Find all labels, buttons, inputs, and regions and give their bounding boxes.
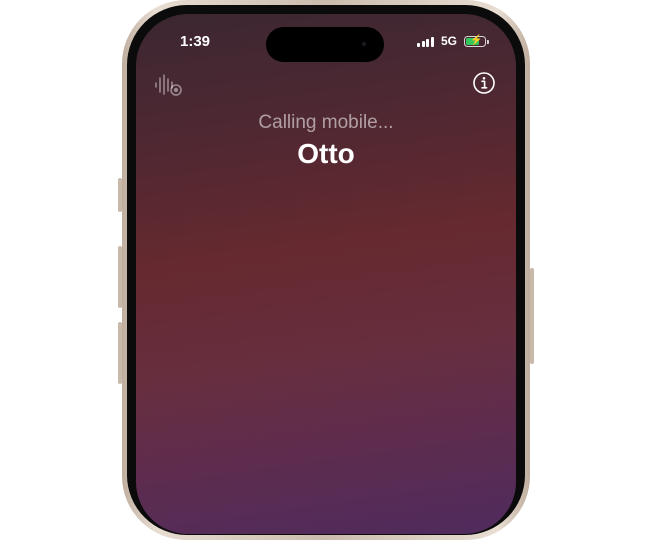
side-button-action xyxy=(118,178,122,212)
call-status: Calling mobile... xyxy=(258,112,394,133)
side-button-volume-up xyxy=(118,246,122,308)
dynamic-island xyxy=(266,27,384,62)
live-voicemail-icon[interactable] xyxy=(154,72,184,98)
battery-charging-icon: ⚡ xyxy=(464,35,489,47)
info-icon[interactable] xyxy=(472,71,496,95)
side-button-volume-down xyxy=(118,322,122,384)
contact-name: Otto xyxy=(297,138,355,169)
network-type: 5G xyxy=(440,34,457,48)
status-indicators: 5G ⚡ xyxy=(417,34,489,48)
side-button-power xyxy=(530,268,534,364)
status-time: 1:39 xyxy=(180,33,211,50)
call-screen: 1:39 5G ⚡ Calling mobile... Otto xyxy=(136,14,516,534)
cellular-signal-icon xyxy=(417,36,434,47)
camera-lens xyxy=(362,42,366,46)
